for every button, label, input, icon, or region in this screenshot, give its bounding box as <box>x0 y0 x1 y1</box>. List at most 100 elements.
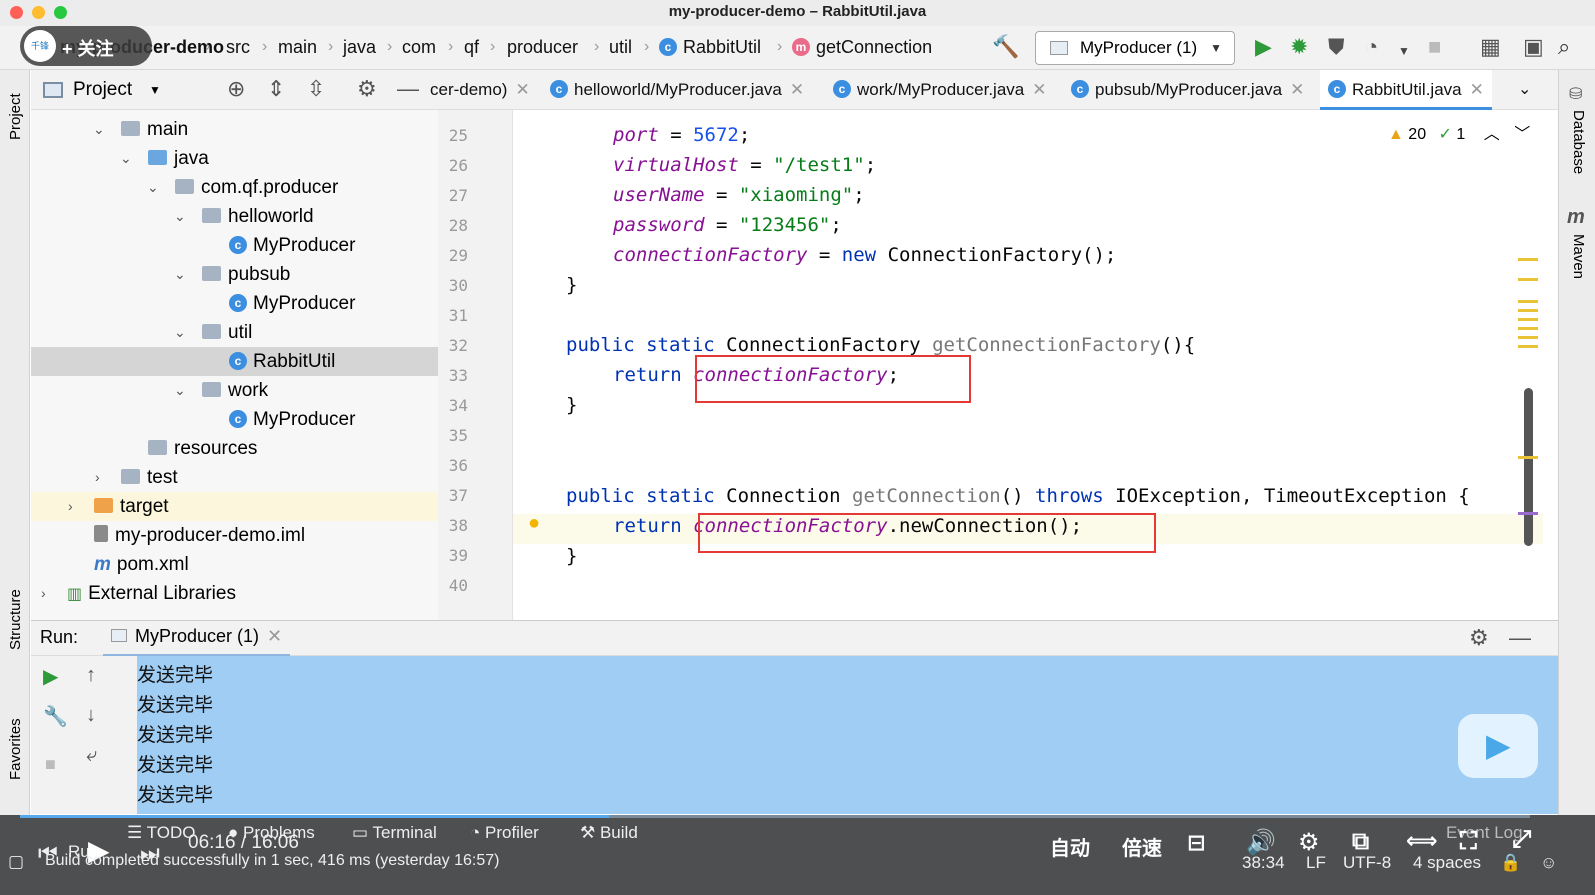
warning-marker[interactable] <box>1518 258 1538 261</box>
tab-pubsub-myproducer[interactable]: c pubsub/MyProducer.java ✕ <box>1071 70 1304 110</box>
tab-rabbitutil-active[interactable]: c RabbitUtil.java ✕ <box>1320 70 1492 110</box>
chevron-down-icon[interactable]: ⌄ <box>174 376 186 405</box>
picture-in-picture-icon[interactable]: ⧉ <box>1352 828 1369 856</box>
zoom-window-icon[interactable] <box>54 6 67 19</box>
memory-indicator-icon[interactable]: ☺ <box>1540 853 1557 873</box>
chevron-down-icon[interactable]: ⌄ <box>174 202 186 231</box>
breadcrumb-util[interactable]: util <box>609 37 632 58</box>
arrow-up-icon[interactable]: ↑ <box>86 664 96 687</box>
tree-item-pubsub[interactable]: ⌄ pubsub <box>31 260 438 289</box>
warning-marker[interactable] <box>1518 278 1538 281</box>
indent-setting[interactable]: 4 spaces <box>1413 853 1481 873</box>
tree-item-myproducer-helloworld[interactable]: c MyProducer <box>31 231 438 260</box>
chevron-up-icon[interactable]: ︿ <box>1484 126 1500 143</box>
warning-markers[interactable] <box>1518 300 1538 348</box>
wrench-icon[interactable]: 🔧 <box>43 704 68 729</box>
breadcrumb-src[interactable]: src <box>226 37 250 58</box>
close-icon[interactable]: ✕ <box>1290 80 1304 99</box>
tree-item-util[interactable]: ⌄ util <box>31 318 438 347</box>
quality-auto-button[interactable]: 自动 <box>1050 832 1090 861</box>
info-marker[interactable] <box>1518 512 1538 515</box>
database-tool-button[interactable]: Database <box>1570 110 1587 174</box>
coverage-icon[interactable]: ⛊ <box>1328 34 1345 60</box>
frame-icon[interactable]: ▣ <box>1523 34 1544 60</box>
lock-icon[interactable]: 🔒 <box>1500 853 1521 873</box>
stop-icon[interactable]: ■ <box>1428 34 1441 60</box>
project-view-select[interactable]: Project <box>73 79 132 101</box>
tree-item-myproducer-work[interactable]: c MyProducer <box>31 405 438 434</box>
tree-item-test[interactable]: › test <box>31 463 438 492</box>
editor-scrollbar-thumb[interactable] <box>1524 388 1533 546</box>
close-icon[interactable]: ✕ <box>1032 80 1046 99</box>
tab-helloworld-myproducer[interactable]: c helloworld/MyProducer.java ✕ <box>550 70 804 110</box>
project-tool-button[interactable]: Project <box>7 93 24 140</box>
maven-icon[interactable]: m <box>1567 206 1585 229</box>
chevron-right-icon[interactable]: › <box>41 579 46 608</box>
maven-tool-button[interactable]: Maven <box>1570 234 1587 279</box>
database-icon[interactable]: ⛁ <box>1569 84 1582 104</box>
run-icon[interactable]: ▶ <box>1255 34 1272 60</box>
hide-panel-icon[interactable]: — <box>1509 625 1531 651</box>
breadcrumb-main[interactable]: main <box>278 37 317 58</box>
layout-toggle-icon[interactable]: ▢ <box>8 852 24 872</box>
debug-icon[interactable]: ✹ <box>1290 34 1308 60</box>
minimize-window-icon[interactable] <box>32 6 45 19</box>
tree-item-myproducer-pubsub[interactable]: c MyProducer <box>31 289 438 318</box>
subtitle-toggle-icon[interactable]: ⊟ <box>1187 830 1205 856</box>
tree-item-target[interactable]: › target <box>31 492 438 521</box>
file-encoding[interactable]: UTF-8 <box>1343 853 1391 873</box>
breadcrumb-java[interactable]: java <box>343 37 376 58</box>
inspection-widget[interactable]: ▲ 20 ✓ 1 ︿ ﹀ <box>1388 120 1530 144</box>
breadcrumb-qf[interactable]: qf <box>464 37 479 58</box>
expand-all-icon[interactable]: ⇕ <box>267 76 285 102</box>
chevron-down-icon[interactable]: ﹀ <box>1514 126 1530 143</box>
structure-tool-button[interactable]: Structure <box>7 589 24 650</box>
chevron-down-icon[interactable]: ▼ <box>149 83 161 97</box>
close-icon[interactable]: ✕ <box>790 80 804 99</box>
run-tab[interactable]: MyProducer (1) ✕ <box>103 621 291 657</box>
tree-item-resources[interactable]: resources <box>31 434 438 463</box>
tabs-overflow-chevron-icon[interactable]: ⌄ <box>1518 70 1531 110</box>
breadcrumb-com[interactable]: com <box>402 37 436 58</box>
rerun-icon[interactable]: ▶ <box>43 664 58 689</box>
chevron-right-icon[interactable]: › <box>95 463 100 492</box>
close-icon[interactable]: ✕ <box>267 626 282 646</box>
line-separator[interactable]: LF <box>1306 853 1326 873</box>
tree-item-iml[interactable]: my-producer-demo.iml <box>31 521 438 550</box>
cursor-position[interactable]: 38:34 <box>1242 853 1285 873</box>
playback-speed-button[interactable]: 倍速 <box>1122 832 1162 861</box>
web-fullscreen-icon[interactable]: ⤢ <box>1512 826 1531 854</box>
locate-icon[interactable]: ⊕ <box>227 76 245 102</box>
widescreen-icon[interactable]: ⟺ <box>1406 828 1438 854</box>
tab-work-myproducer[interactable]: c work/MyProducer.java ✕ <box>833 70 1046 110</box>
tree-item-helloworld[interactable]: ⌄ helloworld <box>31 202 438 231</box>
bottom-tab-profiler[interactable]: ◔ Profiler <box>470 823 539 843</box>
tab-project-demo[interactable]: cer-demo) ✕ <box>430 70 530 110</box>
fullscreen-icon[interactable]: ⛶ <box>1460 828 1477 856</box>
tree-item-main[interactable]: ⌄ main <box>31 115 438 144</box>
profile-icon[interactable]: ◔ <box>1365 34 1378 60</box>
tree-item-rabbitutil-selected[interactable]: c RabbitUtil <box>31 347 438 376</box>
breadcrumb-producer[interactable]: producer <box>507 37 578 58</box>
bottom-tab-terminal[interactable]: ▭ Terminal <box>352 823 437 843</box>
breadcrumb-method[interactable]: m getConnection <box>792 37 932 58</box>
chevron-down-icon[interactable]: ⌄ <box>174 260 186 289</box>
hide-panel-icon[interactable]: — <box>397 76 419 102</box>
tree-item-java[interactable]: ⌄ java <box>31 144 438 173</box>
search-icon[interactable]: ⌕ <box>1558 34 1570 60</box>
build-hammer-icon[interactable]: 🔨 <box>992 34 1019 60</box>
close-window-icon[interactable] <box>10 6 23 19</box>
tree-item-pom[interactable]: m pom.xml <box>31 550 438 579</box>
chevron-down-icon[interactable]: ⌄ <box>93 115 105 144</box>
close-icon[interactable]: ✕ <box>1470 80 1484 99</box>
project-structure-icon[interactable]: ▦ <box>1480 34 1501 60</box>
bottom-tab-problems[interactable]: ● Problems <box>228 823 315 843</box>
chevron-down-icon[interactable]: ⌄ <box>174 318 186 347</box>
soft-wrap-icon[interactable]: ⤶ <box>86 744 97 767</box>
tree-item-external-libraries[interactable]: › ▥ External Libraries <box>31 579 438 608</box>
stop-icon[interactable]: ■ <box>45 754 56 775</box>
tree-item-work[interactable]: ⌄ work <box>31 376 438 405</box>
breadcrumb-rabbitutil[interactable]: c RabbitUtil <box>659 37 761 58</box>
follow-button[interactable]: + 关注 <box>62 35 114 61</box>
warning-marker[interactable] <box>1518 456 1538 459</box>
